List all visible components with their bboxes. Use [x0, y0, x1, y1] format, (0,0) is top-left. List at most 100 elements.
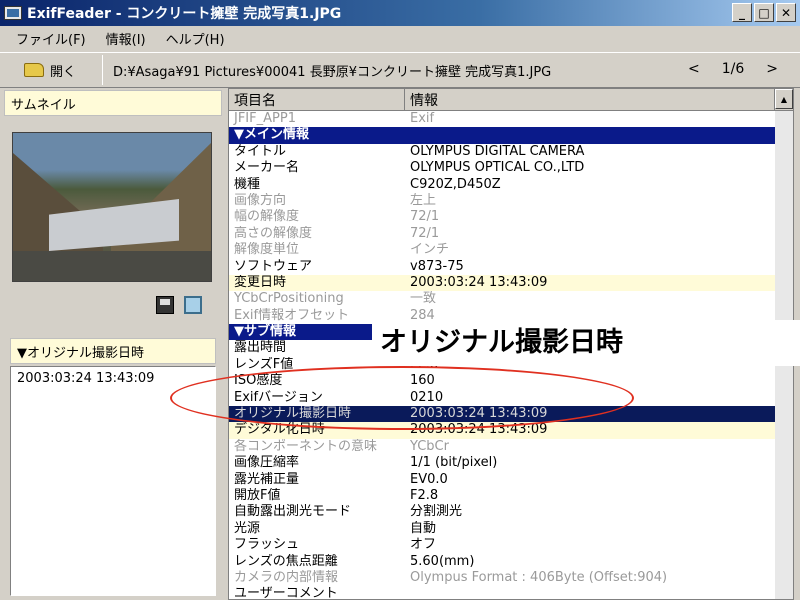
row-value: Olympus Format : 406Byte (Offset:904)	[410, 569, 668, 585]
row-value: 5.60(mm)	[410, 553, 475, 569]
table-row[interactable]: YCbCrPositioning 一致	[229, 291, 793, 307]
row-value: F2.8	[410, 487, 439, 503]
row-name: 自動露出測光モード	[234, 504, 352, 520]
row-name: 露光補正量	[234, 471, 300, 487]
row-value: オフ	[410, 537, 437, 553]
table-row[interactable]: 高さの解像度 72/1	[229, 226, 793, 242]
table-row[interactable]: 露光補正量 EV0.0	[229, 472, 793, 488]
folder-open-icon	[24, 63, 44, 77]
scroll-up-arrow-icon[interactable]: ▲	[775, 89, 793, 109]
row-value: EV0.0	[410, 471, 448, 487]
column-header-info[interactable]: 情報	[405, 89, 775, 110]
file-path: D:¥Asaga¥91 Pictures¥00041 長野原¥コンクリート擁壁 …	[113, 64, 552, 80]
table-row[interactable]: レンズの焦点距離 5.60(mm)	[229, 554, 793, 570]
table-row[interactable]: タイトル OLYMPUS DIGITAL CAMERA	[229, 144, 793, 160]
row-name: 各コンポーネントの意味	[234, 438, 378, 454]
row-value: インチ	[410, 242, 450, 258]
table-row[interactable]: フラッシュ オフ	[229, 537, 793, 553]
menu-bar: ファイル(F) 情報(I) ヘルプ(H)	[0, 26, 800, 50]
table-row[interactable]: ソフトウェア v873-75	[229, 259, 793, 275]
row-value: 72/1	[410, 209, 440, 225]
menu-help[interactable]: ヘルプ(H)	[156, 29, 235, 48]
title-bar[interactable]: ExifFeader - コンクリート擁壁 完成写真1.JPG _ □ ✕	[0, 0, 800, 26]
table-row[interactable]: 画像方向 左上	[229, 193, 793, 209]
row-name: 幅の解像度	[234, 209, 300, 225]
maximize-button[interactable]: □	[754, 3, 774, 22]
table-row[interactable]: メーカー名 OLYMPUS OPTICAL CO.,LTD	[229, 160, 793, 176]
table-row[interactable]: 各コンポーネントの意味 YCbCr	[229, 439, 793, 455]
app-icon	[4, 6, 22, 20]
save-disk-icon[interactable]	[156, 296, 174, 314]
row-name: JFIF_APP1	[234, 111, 296, 126]
table-row[interactable]: ▼メイン情報	[229, 127, 793, 144]
row-value: Exif	[410, 111, 435, 126]
table-row[interactable]: ユーザーコメント	[229, 586, 793, 600]
next-button[interactable]: >	[766, 61, 778, 77]
table-row[interactable]: 開放F値 F2.8	[229, 488, 793, 504]
row-name: メーカー名	[234, 160, 300, 176]
row-value: 一致	[410, 291, 437, 307]
row-name: 機種	[234, 176, 261, 192]
row-value: 自動	[410, 520, 437, 536]
row-value: 2003:03:24 13:43:09	[410, 274, 548, 290]
copy-image-icon[interactable]	[184, 296, 202, 314]
open-button[interactable]: 開く	[24, 56, 92, 84]
table-row[interactable]: 機種 C920Z,D450Z	[229, 177, 793, 193]
row-value: OLYMPUS OPTICAL CO.,LTD	[410, 160, 585, 176]
table-row[interactable]: 自動露出測光モード 分割測光	[229, 504, 793, 520]
table-row[interactable]: 画像圧縮率 1/1 (bit/pixel)	[229, 455, 793, 471]
row-name: フラッシュ	[234, 537, 300, 553]
thumbnail-header: サムネイル	[4, 90, 222, 116]
table-row[interactable]: 変更日時 2003:03:24 13:43:09	[229, 274, 793, 292]
row-name: YCbCrPositioning	[234, 291, 344, 307]
minimize-button[interactable]: _	[732, 3, 752, 22]
row-name: 開放F値	[234, 487, 281, 503]
table-header: 項目名 情報 ▲	[229, 89, 793, 111]
row-value: 1/1 (bit/pixel)	[410, 455, 498, 471]
window-controls: _ □ ✕	[732, 3, 796, 22]
row-value: YCbCr	[410, 438, 449, 454]
row-value	[405, 127, 775, 143]
thumbnail-actions	[156, 296, 202, 314]
row-value	[405, 586, 775, 599]
toolbar-separator	[102, 55, 103, 85]
toolbar: 開く D:¥Asaga¥91 Pictures¥00041 長野原¥コンクリート…	[0, 52, 800, 88]
window-title: ExifFeader - コンクリート擁壁 完成写真1.JPG	[27, 6, 342, 22]
row-name: 画像圧縮率	[234, 455, 300, 471]
open-label: 開く	[50, 64, 77, 80]
row-name: ソフトウェア	[234, 258, 313, 274]
prev-button[interactable]: <	[688, 61, 700, 77]
row-name: 解像度単位	[234, 242, 300, 258]
original-datetime-header: ▼オリジナル撮影日時	[10, 338, 216, 364]
table-row[interactable]: 光源 自動	[229, 521, 793, 537]
menu-file[interactable]: ファイル(F)	[6, 29, 96, 48]
table-row[interactable]: 解像度単位 インチ	[229, 242, 793, 258]
left-panel: サムネイル ▼オリジナル撮影日時 2003:03:24 13:43:09	[4, 90, 222, 600]
row-value: 72/1	[410, 225, 440, 241]
row-name: タイトル	[234, 143, 287, 159]
row-name: 画像方向	[234, 192, 287, 208]
row-name: 高さの解像度	[234, 225, 313, 241]
table-row[interactable]: JFIF_APP1 Exif	[229, 111, 793, 127]
row-name: 変更日時	[234, 274, 287, 290]
row-name: カメラの内部情報	[234, 569, 339, 585]
annotation-callout: オリジナル撮影日時	[372, 320, 800, 366]
thumbnail-image	[12, 132, 212, 282]
page-navigation: < 1/6 >	[688, 61, 778, 77]
thumbnail-road	[13, 251, 211, 281]
row-value: 分割測光	[410, 504, 463, 520]
menu-info[interactable]: 情報(I)	[96, 29, 156, 48]
row-name: ▼メイン情報	[234, 127, 309, 143]
row-value: 左上	[410, 192, 437, 208]
row-name: 光源	[234, 520, 261, 536]
row-value: OLYMPUS DIGITAL CAMERA	[410, 143, 585, 159]
annotation-red-ellipse	[170, 366, 634, 430]
table-row[interactable]: 幅の解像度 72/1	[229, 209, 793, 225]
close-button[interactable]: ✕	[776, 3, 796, 22]
table-row[interactable]: カメラの内部情報 Olympus Format : 406Byte (Offset…	[229, 570, 793, 586]
row-name: ユーザーコメント	[234, 586, 338, 600]
page-indicator: 1/6	[721, 61, 745, 77]
row-value: C920Z,D450Z	[410, 176, 501, 192]
row-value: v873-75	[410, 258, 464, 274]
column-header-name[interactable]: 項目名	[229, 89, 405, 110]
